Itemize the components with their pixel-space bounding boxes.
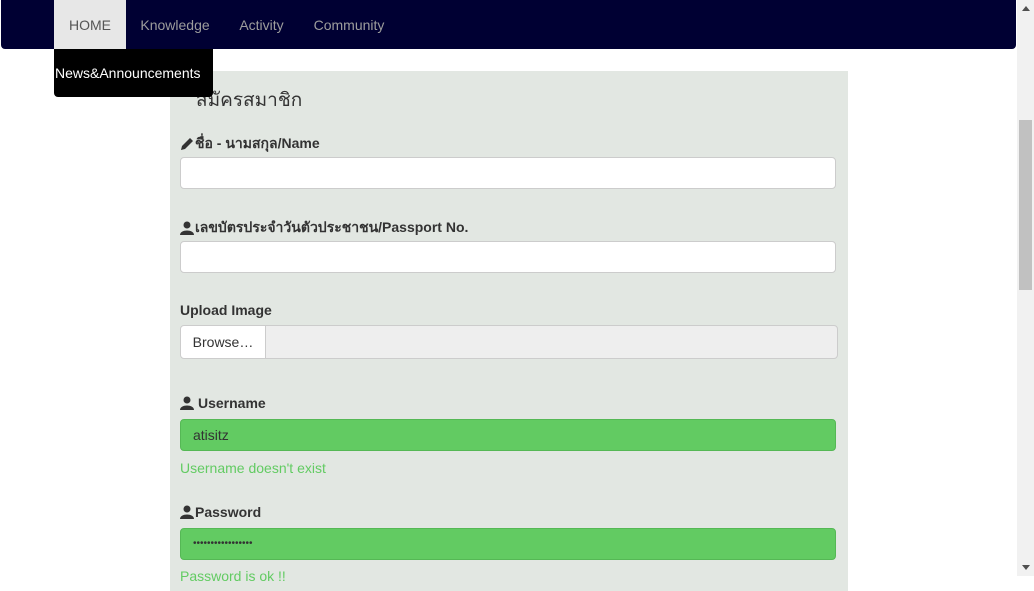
id-input[interactable] bbox=[180, 241, 836, 273]
username-help-text: Username doesn't exist bbox=[180, 460, 326, 476]
nav-home[interactable]: HOME bbox=[54, 0, 126, 49]
user-icon bbox=[180, 505, 194, 519]
file-name-field bbox=[265, 325, 838, 359]
id-label-text: เลขบัตรประจำวันตัวประชาชน/Passport No. bbox=[195, 219, 469, 235]
nav-activity[interactable]: Activity bbox=[224, 0, 299, 49]
scroll-up-icon[interactable] bbox=[1022, 6, 1030, 11]
scroll-thumb[interactable] bbox=[1019, 120, 1032, 290]
id-label: เลขบัตรประจำวันตัวประชาชน/Passport No. bbox=[180, 217, 468, 239]
name-label-text: ชื่อ - นามสกุล/Name bbox=[195, 135, 320, 151]
register-form-panel: สมัครสมาชิก ชื่อ - นามสกุล/Name เลขบัตรป… bbox=[170, 71, 848, 591]
user-icon bbox=[180, 396, 194, 410]
top-navbar: HOME Knowledge Activity Community bbox=[1, 0, 1016, 49]
user-icon bbox=[180, 221, 194, 235]
upload-label: Upload Image bbox=[180, 302, 272, 318]
username-input[interactable]: atisitz bbox=[180, 419, 836, 451]
scroll-down-icon[interactable] bbox=[1022, 565, 1030, 570]
username-label: Username bbox=[180, 395, 266, 411]
nav-knowledge[interactable]: Knowledge bbox=[126, 0, 224, 49]
password-help-text: Password is ok !! bbox=[180, 568, 286, 584]
nav-community[interactable]: Community bbox=[299, 0, 399, 49]
name-input[interactable] bbox=[180, 157, 836, 189]
home-dropdown-menu: News&Announcements bbox=[54, 49, 213, 97]
password-input[interactable]: ••••••••••••••••• bbox=[180, 528, 836, 560]
name-label: ชื่อ - นามสกุล/Name bbox=[180, 133, 320, 155]
username-label-text: Username bbox=[198, 395, 266, 411]
pencil-icon bbox=[180, 137, 194, 151]
page-scrollbar[interactable] bbox=[1017, 0, 1034, 576]
dropdown-item-news[interactable]: News&Announcements bbox=[55, 49, 201, 97]
password-label-text: Password bbox=[195, 504, 262, 520]
browse-button[interactable]: Browse… bbox=[180, 325, 266, 359]
password-label: Password bbox=[180, 504, 261, 520]
